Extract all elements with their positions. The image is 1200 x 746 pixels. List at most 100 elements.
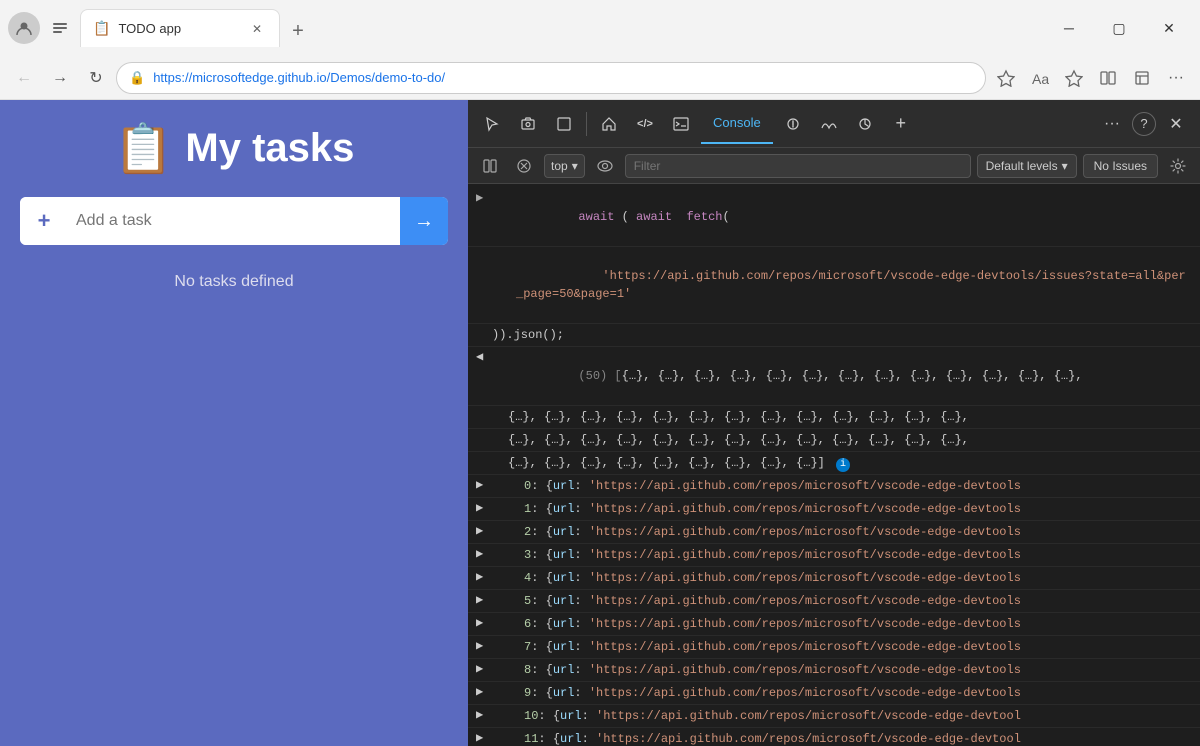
console-toolbar: top ▾ Default levels ▾ No Issues <box>468 148 1200 184</box>
item-8-caret[interactable]: ▶ <box>476 661 483 676</box>
devtools-html-button[interactable]: </> <box>629 108 661 140</box>
todo-header: 📋 My tasks <box>114 120 355 177</box>
empty-message: No tasks defined <box>174 273 293 291</box>
minimize-button[interactable]: ─ <box>1046 12 1092 44</box>
console-context-selector[interactable]: top ▾ <box>544 154 585 178</box>
console-input-line: ▶ await ( await fetch( <box>468 188 1200 247</box>
todo-input-row: + → <box>20 197 448 245</box>
add-task-icon-button[interactable]: + <box>20 197 68 245</box>
console-clear-button[interactable] <box>510 152 538 180</box>
devtools-panel: </> Console + ··· ? <box>468 100 1200 746</box>
window-controls: ─ ▢ ✕ <box>1046 12 1192 44</box>
devtools-layout-button[interactable] <box>548 108 580 140</box>
split-screen-button[interactable] <box>1092 62 1124 94</box>
console-code-line3: )).json(); <box>468 324 1200 347</box>
console-item-7: ▶ 7: {url: 'https://api.github.com/repos… <box>468 636 1200 659</box>
devtools-network-button[interactable] <box>813 108 845 140</box>
chevron-down-icon: ▾ <box>572 159 578 173</box>
console-item-9: ▶ 9: {url: 'https://api.github.com/repos… <box>468 682 1200 705</box>
console-result-line2: {…}, {…}, {…}, {…}, {…}, {…}, {…}, {…}, … <box>468 406 1200 429</box>
item-0-caret[interactable]: ▶ <box>476 477 483 492</box>
active-tab[interactable]: 📋 TODO app ✕ <box>80 9 280 47</box>
console-item-4: ▶ 4: {url: 'https://api.github.com/repos… <box>468 567 1200 590</box>
devtools-console-icon-button[interactable] <box>665 108 697 140</box>
item-10-caret[interactable]: ▶ <box>476 707 483 722</box>
devtools-help-button[interactable]: ? <box>1132 112 1156 136</box>
favorites-button[interactable] <box>990 62 1022 94</box>
chevron-down-icon-levels: ▾ <box>1062 159 1068 173</box>
devtools-right-controls: ··· ? ✕ <box>1096 108 1192 140</box>
devtools-screenshot-button[interactable] <box>512 108 544 140</box>
console-levels-button[interactable]: Default levels ▾ <box>977 154 1077 178</box>
profile-button[interactable] <box>8 12 40 44</box>
item-6-caret[interactable]: ▶ <box>476 615 483 630</box>
console-result-line: ◀ (50) [{…}, {…}, {…}, {…}, {…}, {…}, {…… <box>468 347 1200 406</box>
item-4-caret[interactable]: ▶ <box>476 569 483 584</box>
nav-actions: Aa ··· <box>990 62 1192 94</box>
refresh-button[interactable]: ↻ <box>80 62 112 94</box>
tab-favicon: 📋 <box>93 20 110 37</box>
item-11-caret[interactable]: ▶ <box>476 730 483 745</box>
tab-close-button[interactable]: ✕ <box>247 19 267 39</box>
console-item-11: ▶ 11: {url: 'https://api.github.com/repo… <box>468 728 1200 746</box>
devtools-debug-button[interactable] <box>777 108 809 140</box>
console-item-8: ▶ 8: {url: 'https://api.github.com/repos… <box>468 659 1200 682</box>
tab-title: TODO app <box>118 21 239 36</box>
item-1-caret[interactable]: ▶ <box>476 500 483 515</box>
sidebar-toggle-button[interactable] <box>44 12 76 44</box>
back-button[interactable]: ← <box>8 62 40 94</box>
new-tab-button[interactable]: + <box>282 15 314 47</box>
code-string: 'https://api.github.com/repos/microsoft/… <box>516 249 1192 321</box>
devtools-performance-button[interactable] <box>849 108 881 140</box>
console-item-6: ▶ 6: {url: 'https://api.github.com/repos… <box>468 613 1200 636</box>
console-sidebar-button[interactable] <box>476 152 504 180</box>
maximize-button[interactable]: ▢ <box>1096 12 1142 44</box>
default-levels-label: Default levels <box>986 159 1058 173</box>
item-3-caret[interactable]: ▶ <box>476 546 483 561</box>
console-settings-button[interactable] <box>1164 152 1192 180</box>
devtools-toolbar: </> Console + ··· ? <box>468 100 1200 148</box>
item-7-caret[interactable]: ▶ <box>476 638 483 653</box>
url-text: https://microsoftedge.github.io/Demos/de… <box>153 70 973 85</box>
close-button[interactable]: ✕ <box>1146 12 1192 44</box>
svg-text:Aa: Aa <box>1032 71 1049 87</box>
main-content: 📋 My tasks + → No tasks defined <box>0 100 1200 746</box>
devtools-close-button[interactable]: ✕ <box>1160 108 1192 140</box>
item-5-caret[interactable]: ▶ <box>476 592 483 607</box>
collections-button[interactable] <box>1126 62 1158 94</box>
console-item-3: ▶ 3: {url: 'https://api.github.com/repos… <box>468 544 1200 567</box>
devtools-home-button[interactable] <box>593 108 625 140</box>
submit-task-button[interactable]: → <box>400 197 448 245</box>
console-output[interactable]: ▶ await ( await fetch( 'https://api.gith… <box>468 184 1200 746</box>
console-item-2: ▶ 2: {url: 'https://api.github.com/repos… <box>468 521 1200 544</box>
console-no-issues-badge: No Issues <box>1083 154 1158 178</box>
tabs-area: 📋 TODO app ✕ + <box>80 9 1042 47</box>
more-button[interactable]: ··· <box>1160 62 1192 94</box>
favorites-star-button[interactable] <box>1058 62 1090 94</box>
console-item-10: ▶ 10: {url: 'https://api.github.com/repo… <box>468 705 1200 728</box>
forward-button[interactable]: → <box>44 62 76 94</box>
code-close: )).json(); <box>492 326 564 344</box>
browser-window: 📋 TODO app ✕ + ─ ▢ ✕ ← → ↻ 🔒 https://mic… <box>0 0 1200 746</box>
toolbar-divider <box>586 112 587 136</box>
result-summary: (50) [{…}, {…}, {…}, {…}, {…}, {…}, {…},… <box>492 349 1083 403</box>
address-bar[interactable]: 🔒 https://microsoftedge.github.io/Demos/… <box>116 62 986 94</box>
item-2-caret[interactable]: ▶ <box>476 523 483 538</box>
todo-panel: 📋 My tasks + → No tasks defined <box>0 100 468 746</box>
read-aloud-button[interactable]: Aa <box>1024 62 1056 94</box>
task-input[interactable] <box>68 197 400 245</box>
devtools-tab-console[interactable]: Console <box>701 104 773 144</box>
input-caret: ▶ <box>476 190 483 205</box>
devtools-add-tab-button[interactable]: + <box>885 108 917 140</box>
console-eye-button[interactable] <box>591 152 619 180</box>
console-code: await ( await fetch( <box>492 190 730 244</box>
item-9-caret[interactable]: ▶ <box>476 684 483 699</box>
result-collapse-caret[interactable]: ◀ <box>476 349 483 364</box>
console-item-1: ▶ 1: {url: 'https://api.github.com/repos… <box>468 498 1200 521</box>
devtools-cursor-button[interactable] <box>476 108 508 140</box>
console-item-5: ▶ 5: {url: 'https://api.github.com/repos… <box>468 590 1200 613</box>
devtools-more-button[interactable]: ··· <box>1096 108 1128 140</box>
console-filter-input[interactable] <box>625 154 971 178</box>
todo-app-icon: 📋 <box>114 120 174 177</box>
title-bar: 📋 TODO app ✕ + ─ ▢ ✕ <box>0 0 1200 56</box>
